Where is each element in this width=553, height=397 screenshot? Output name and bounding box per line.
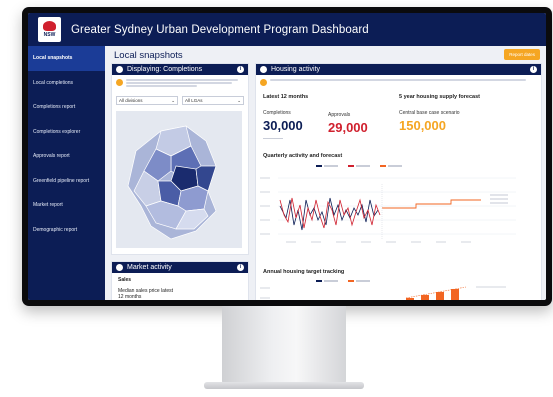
displaying-notice [112,75,248,91]
waratah-icon [43,21,56,31]
sidebar-item-approvals-report[interactable]: Approvals report [28,144,105,169]
lga-select[interactable]: All LGAs ⌄ [182,96,244,105]
choropleth-map[interactable] [116,111,242,248]
map-pin-icon [116,66,123,73]
sidebar-item-local-snapshots[interactable]: Local snapshots [28,46,105,71]
logo-text: NSW [43,32,56,38]
legend-swatch-navy [316,280,322,282]
housing-title: Housing activity [271,66,321,73]
market-title: Market activity [127,264,172,271]
sidebar-item-completions-explorer[interactable]: Completions explorer [28,120,105,145]
division-select[interactable]: All divisions ⌄ [116,96,178,105]
completions-value: 30,000 [263,118,303,133]
division-select-value: All divisions [119,98,143,103]
approvals-value: 29,000 [328,120,368,135]
target-bar [421,295,429,300]
legend-swatch-orange [348,280,354,282]
market-activity-panel: Market activity i Sales Median sales pri… [111,261,249,300]
legend-swatch-navy [316,165,322,167]
top-header-bar: NSW Greater Sydney Urban Development Pro… [28,13,546,46]
target-bar [451,289,459,300]
annual-legend [316,280,370,282]
quarterly-chart[interactable] [256,170,543,265]
info-icon[interactable]: i [530,66,537,73]
approvals-label: Approvals [328,112,351,118]
sidebar-item-greenfield-pipeline[interactable]: Greenfield pipeline report [28,169,105,194]
forecast-label: Central base case scenario [399,110,460,116]
nsw-logo: NSW [38,17,61,42]
monitor-base [204,382,364,389]
housing-activity-panel: Housing activity i Latest 12 months 5 ye… [255,63,542,300]
info-icon[interactable]: i [237,66,244,73]
forecast-series-line [382,199,481,209]
displaying-panel-header: Displaying: Completions i [112,64,248,75]
approvals-series-line [279,197,381,229]
displaying-panel: Displaying: Completions i All divisions … [111,63,249,255]
target-bar [406,298,414,300]
annual-title: Annual housing target tracking [263,269,345,275]
region-map[interactable] [116,111,242,248]
market-subtitle: Sales [118,277,132,283]
monitor-frame: NSW Greater Sydney Urban Development Pro… [22,7,552,306]
warning-icon [116,79,123,86]
report-dates-button[interactable]: Report dates [504,49,540,60]
legend-swatch-red [348,165,354,167]
chart-icon [116,264,123,271]
completions-sublabel [263,136,283,140]
housing-notice [256,75,541,89]
main-content: Local snapshots Report dates Displaying:… [105,46,546,300]
annual-chart[interactable] [256,284,543,300]
chevron-down-icon: ⌄ [171,97,175,103]
forecast-heading: 5 year housing supply forecast [399,94,480,100]
target-bar [436,292,444,300]
sidebar-item-demographic-report[interactable]: Demographic report [28,218,105,243]
forecast-value: 150,000 [399,118,446,133]
chevron-down-icon: ⌄ [237,97,241,103]
page-title: Local snapshots [114,50,183,61]
monitor-stand [222,306,346,384]
sidebar-item-market-report[interactable]: Market report [28,193,105,218]
displaying-title: Displaying: Completions [127,66,203,73]
latest-heading: Latest 12 months [263,94,309,100]
sidebar-item-completions-report[interactable]: Completions report [28,95,105,120]
market-panel-header: Market activity i [112,262,248,273]
warning-icon [260,79,267,86]
quarterly-title: Quarterly activity and forecast [263,153,343,159]
quarterly-legend [316,165,402,167]
sidebar-item-local-completions[interactable]: Local completions [28,71,105,96]
dashboard-screen: NSW Greater Sydney Urban Development Pro… [28,13,546,300]
info-icon[interactable]: i [237,264,244,271]
market-item: Median sales price latest 12 months [118,288,174,300]
home-icon [260,66,267,73]
lga-select-value: All LGAs [185,98,203,103]
sidebar-nav: Local snapshots Local completions Comple… [28,46,105,300]
app-title: Greater Sydney Urban Development Program… [71,23,369,36]
completions-label: Completions [263,110,291,116]
housing-panel-header: Housing activity i [256,64,541,75]
legend-swatch-orange [380,165,386,167]
